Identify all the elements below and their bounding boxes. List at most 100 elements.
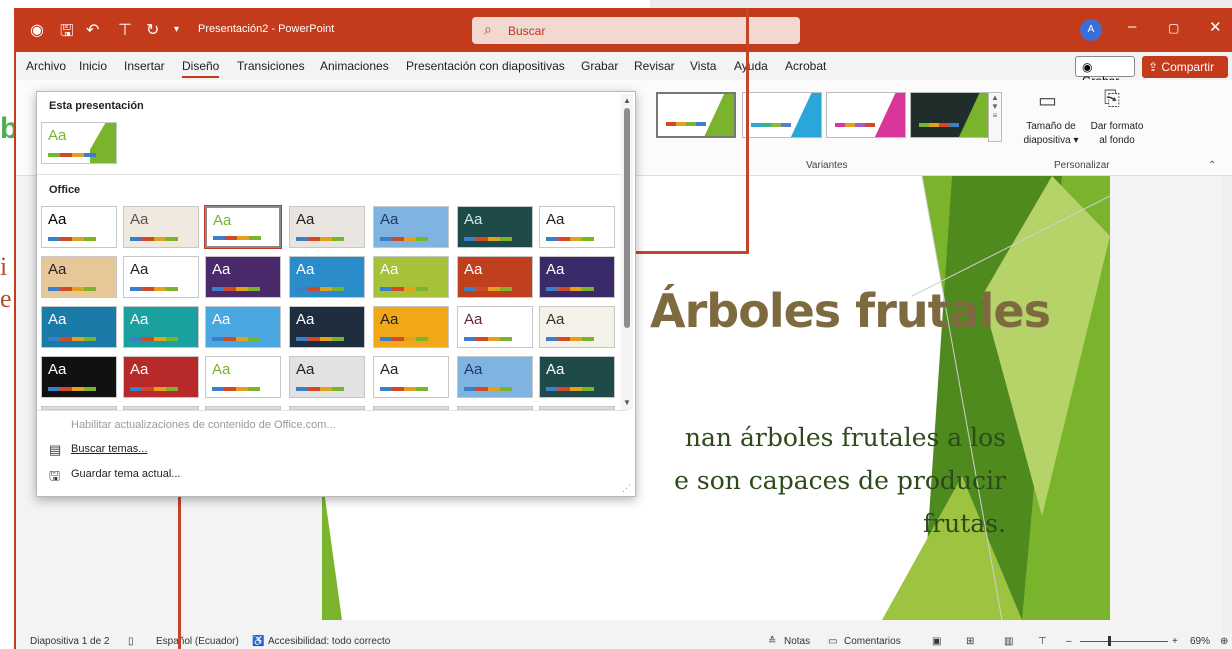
tab-animaciones[interactable]: Animaciones <box>320 59 389 73</box>
record-button[interactable]: ◉ Grabar <box>1075 56 1135 88</box>
variant-blue[interactable] <box>742 92 822 138</box>
theme-colors <box>296 387 344 391</box>
tab-vista[interactable]: Vista <box>690 59 716 73</box>
tab-diseno[interactable]: Diseño <box>182 59 220 78</box>
theme-label: Aa <box>48 311 67 328</box>
theme-label: Aa <box>296 311 315 328</box>
theme-option[interactable]: Aa <box>457 356 533 398</box>
theme-option[interactable]: Aa <box>204 205 282 249</box>
theme-label: Aa <box>464 311 483 328</box>
autosave-icon[interactable]: ◉ <box>30 20 44 40</box>
theme-option[interactable]: Aa <box>289 306 365 348</box>
search-box[interactable]: ⌕ Buscar <box>472 17 800 44</box>
theme-option[interactable]: Aa <box>457 206 533 248</box>
theme-option[interactable]: Aa <box>41 206 117 248</box>
theme-label: Aa <box>380 361 399 378</box>
format-bg-label-1: Dar formato <box>1090 121 1144 132</box>
tab-acrobat[interactable]: Acrobat <box>785 59 826 73</box>
resize-grip-icon[interactable]: ⋰ <box>622 483 631 494</box>
notes-button[interactable]: Notas <box>784 636 810 647</box>
scroll-thumb[interactable] <box>624 108 630 328</box>
theme-current[interactable]: Aa <box>41 122 117 164</box>
undo-icon[interactable]: ↶ <box>86 20 99 40</box>
redo-icon[interactable]: ↻ <box>146 20 159 40</box>
share-button[interactable]: ⇪ Compartir ▾ <box>1142 56 1228 88</box>
tab-revisar[interactable]: Revisar <box>634 59 675 73</box>
theme-option[interactable]: Aa <box>539 256 615 298</box>
slide-size-button[interactable]: Tamaño de diapositiva ▾ <box>1016 120 1086 148</box>
comments-button[interactable]: Comentarios <box>844 636 901 647</box>
bg-letter-e: e <box>0 284 12 313</box>
theme-option[interactable]: Aa <box>123 206 199 248</box>
editor-scrollbar[interactable] <box>1222 176 1232 634</box>
format-background-icon[interactable]: ⎘ <box>1104 88 1120 111</box>
theme-option[interactable]: Aa <box>123 306 199 348</box>
slide-body[interactable]: nan árboles frutales a los e son capaces… <box>622 416 1006 545</box>
theme-option[interactable]: Aa <box>539 306 615 348</box>
slide-size-icon[interactable]: ▭ <box>1038 88 1057 113</box>
accessibility-status[interactable]: Accesibilidad: todo correcto <box>268 636 390 647</box>
present-icon[interactable]: ⊤ <box>118 20 132 40</box>
tab-inicio[interactable]: Inicio <box>79 59 107 73</box>
spellcheck-icon[interactable]: ▯ <box>128 636 134 647</box>
theme-option[interactable]: Aa <box>539 206 615 248</box>
fit-slide-icon[interactable]: ⊕ <box>1220 636 1228 647</box>
zoom-level[interactable]: 69% <box>1190 636 1210 647</box>
zoom-out-icon[interactable]: – <box>1066 636 1072 647</box>
theme-option[interactable]: Aa <box>373 256 449 298</box>
theme-option[interactable]: Aa <box>457 306 533 348</box>
slide-sorter-icon[interactable]: ⊞ <box>966 636 974 647</box>
theme-option[interactable]: Aa <box>205 256 281 298</box>
theme-colors <box>380 387 428 391</box>
minimize-icon[interactable]: – <box>1128 18 1136 35</box>
theme-option[interactable]: Aa <box>373 356 449 398</box>
theme-option[interactable]: Aa <box>205 356 281 398</box>
theme-option[interactable]: Aa <box>373 306 449 348</box>
scroll-up-icon[interactable]: ▲ <box>623 96 631 105</box>
theme-label: Aa <box>213 212 232 229</box>
slide-title[interactable]: Árboles frutales <box>650 284 1051 338</box>
tab-archivo[interactable]: Archivo <box>26 59 66 73</box>
normal-view-icon[interactable]: ▣ <box>932 636 941 647</box>
reading-view-icon[interactable]: ▥ <box>1004 636 1013 647</box>
variant-pink[interactable] <box>826 92 906 138</box>
theme-colors <box>130 337 178 341</box>
theme-option[interactable]: Aa <box>123 356 199 398</box>
theme-option[interactable]: Aa <box>289 356 365 398</box>
zoom-in-icon[interactable]: + <box>1172 636 1178 647</box>
theme-option[interactable]: Aa <box>123 256 199 298</box>
customize-qat-icon[interactable]: ▾ <box>174 24 179 35</box>
tab-ayuda[interactable]: Ayuda <box>734 59 768 73</box>
themes-scrollbar[interactable]: ▲ ▼ <box>621 94 633 410</box>
theme-option[interactable]: Aa <box>289 206 365 248</box>
theme-option[interactable]: Aa <box>289 256 365 298</box>
avatar[interactable]: A <box>1080 19 1102 41</box>
theme-option[interactable]: Aa <box>41 306 117 348</box>
zoom-slider[interactable] <box>1080 636 1168 646</box>
language-status[interactable]: Español (Ecuador) <box>156 636 239 647</box>
variant-dark[interactable] <box>910 92 990 138</box>
theme-label: Aa <box>48 211 67 228</box>
collapse-ribbon-icon[interactable]: ⌃ <box>1208 160 1216 171</box>
theme-option[interactable]: Aa <box>373 206 449 248</box>
variant-green[interactable] <box>656 92 736 138</box>
tab-presentacion[interactable]: Presentación con diapositivas <box>406 59 565 73</box>
tab-grabar[interactable]: Grabar <box>581 59 618 73</box>
tab-insertar[interactable]: Insertar <box>124 59 165 73</box>
close-icon[interactable]: ✕ <box>1209 18 1222 36</box>
theme-option[interactable]: Aa <box>205 306 281 348</box>
theme-option[interactable]: Aa <box>539 356 615 398</box>
slideshow-icon[interactable]: ⊤ <box>1038 636 1047 647</box>
theme-option[interactable]: Aa <box>41 256 117 298</box>
scroll-down-icon[interactable]: ▼ <box>623 398 631 407</box>
tab-transiciones[interactable]: Transiciones <box>237 59 305 73</box>
zoom-slider-thumb[interactable] <box>1108 636 1111 646</box>
slide-size-label-2: diapositiva <box>1023 135 1071 146</box>
save-icon[interactable]: 🖫 <box>60 20 74 47</box>
variants-scroll[interactable]: ▲ ▼ ≡ <box>988 92 1002 142</box>
restore-icon[interactable]: ▢ <box>1168 21 1179 35</box>
theme-option[interactable]: Aa <box>41 356 117 398</box>
format-background-button[interactable]: Dar formato al fondo <box>1082 120 1152 148</box>
chevron-down-icon: ▾ <box>1073 135 1079 146</box>
theme-option[interactable]: Aa <box>457 256 533 298</box>
